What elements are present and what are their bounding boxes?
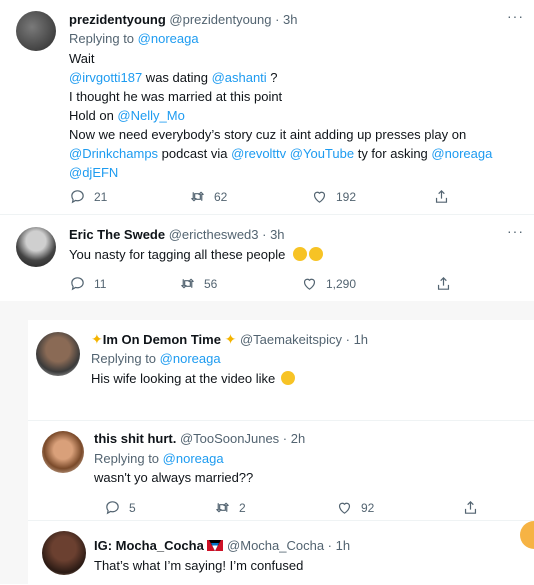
mention-link[interactable]: @Nelly_Mo <box>117 108 184 123</box>
replying-to-link[interactable]: @noreaga <box>163 451 224 466</box>
retweet-button[interactable]: 2 <box>214 499 246 516</box>
author-name[interactable]: Eric The Swede <box>69 227 165 242</box>
loudly-crying-emoji-icon <box>292 247 307 261</box>
share-icon <box>437 276 450 290</box>
mention-link[interactable]: @noreaga <box>431 146 492 161</box>
mention-link[interactable]: @revolttv <box>231 146 286 161</box>
reply-count: 11 <box>94 276 107 291</box>
tweet-text: His wife looking at the video like <box>91 371 276 386</box>
replying-to-label: Replying to <box>94 451 163 466</box>
like-count: 192 <box>336 189 357 204</box>
avatar[interactable] <box>42 431 84 473</box>
loudly-crying-emoji-icon <box>308 247 323 261</box>
reply-count: 21 <box>94 189 108 204</box>
tweet-prezidentyoung[interactable]: prezidentyoung @prezidentyoung · 3h ··· … <box>0 0 534 214</box>
author-name[interactable]: this shit hurt. <box>94 431 176 446</box>
mention-link[interactable]: @Drinkchamps <box>69 146 158 161</box>
retweet-count: 62 <box>214 189 228 204</box>
tweet-line: @irvgotti187 was dating @ashanti ? <box>69 70 278 85</box>
reply-icon <box>106 501 119 515</box>
more-options-icon[interactable]: ··· <box>507 8 524 24</box>
background-gap <box>0 300 534 320</box>
reply-icon <box>71 190 84 204</box>
tweet-mocha-cocha[interactable]: IG: Mocha_Cocha @Mocha_Cocha · 1h That’s… <box>28 520 534 585</box>
like-count: 92 <box>361 500 375 515</box>
tweet-this-shit-hurt[interactable]: this shit hurt. @TooSoonJunes · 2h Reply… <box>28 420 534 521</box>
retweet-icon <box>191 191 204 202</box>
heart-icon <box>313 191 326 203</box>
replying-to-link[interactable]: @noreaga <box>160 351 221 366</box>
mention-link[interactable]: @djEFN <box>69 165 118 180</box>
mention-link[interactable]: @ashanti <box>212 70 267 85</box>
retweet-icon <box>181 278 194 289</box>
replying-to-label: Replying to <box>69 31 138 46</box>
tweet-line: @Drinkchamps podcast via @revolttv @YouT… <box>69 146 492 161</box>
share-icon <box>435 189 448 203</box>
more-options-icon[interactable]: ··· <box>507 223 524 239</box>
text-span: ty for asking <box>354 146 432 161</box>
heart-icon <box>338 502 351 514</box>
reply-button[interactable]: 11 <box>69 275 106 292</box>
avatar[interactable] <box>36 332 80 376</box>
tweet-text-line: His wife looking at the video like <box>91 371 295 386</box>
neutral-face-emoji-icon <box>280 371 295 385</box>
tweet-text-line: You nasty for tagging all these people <box>69 247 323 262</box>
author-handle-time[interactable]: @TooSoonJunes · 2h <box>180 431 305 446</box>
text-span: was dating <box>142 70 212 85</box>
share-button[interactable] <box>462 499 487 516</box>
avatar[interactable] <box>16 227 56 267</box>
retweet-button[interactable]: 62 <box>189 188 227 205</box>
author-handle-time[interactable]: @Taemakeitspicy · 1h <box>240 332 368 347</box>
tweet-im-on-demon-time[interactable]: ✦Im On Demon Time ✦ @Taemakeitspicy · 1h… <box>28 320 534 420</box>
author-handle-time[interactable]: @prezidentyoung · 3h <box>169 12 297 27</box>
retweet-count: 56 <box>204 276 218 291</box>
like-button[interactable]: 192 <box>311 188 356 205</box>
share-button[interactable] <box>433 188 458 205</box>
floating-orange-badge[interactable] <box>520 521 534 549</box>
replying-to-link[interactable]: @noreaga <box>138 31 199 46</box>
reply-count: 5 <box>129 500 136 515</box>
like-count: 1,290 <box>326 276 357 291</box>
retweet-icon <box>216 502 229 513</box>
like-button[interactable]: 1,290 <box>301 275 356 292</box>
tweet-text: You nasty for tagging all these people <box>69 247 286 262</box>
tweet-text: That’s what I’m saying! I’m confused <box>94 558 304 573</box>
text-span: Hold on <box>69 108 118 123</box>
mention-link[interactable]: @YouTube <box>290 146 354 161</box>
reply-button[interactable]: 21 <box>69 188 107 205</box>
tweet-line: Hold on @Nelly_Mo <box>69 108 185 123</box>
author-handle-time[interactable]: @Mocha_Cocha · 1h <box>227 538 350 553</box>
reply-button[interactable]: 5 <box>104 499 136 516</box>
tweet-line: I thought he was married at this point <box>69 89 283 104</box>
replying-to-label: Replying to <box>91 351 160 366</box>
text-span: ? <box>266 70 278 85</box>
author-name[interactable]: IG: Mocha_Cocha <box>94 538 204 553</box>
author-name[interactable]: Im On Demon Time <box>103 332 221 347</box>
antigua-flag-icon <box>207 540 224 551</box>
background-gap-left <box>0 300 28 584</box>
tweet-text: wasn't yo always married?? <box>94 470 254 485</box>
reply-icon <box>71 277 84 291</box>
avatar[interactable] <box>42 531 86 575</box>
avatar[interactable] <box>16 11 56 51</box>
heart-icon <box>303 278 316 290</box>
sparkles-icon: ✦ <box>224 331 237 347</box>
share-button[interactable] <box>435 275 460 292</box>
tweet-eric-the-swede[interactable]: Eric The Swede @erictheswed3 · 3h ··· Yo… <box>0 214 534 301</box>
tweet-line: Wait <box>69 51 95 66</box>
like-button[interactable]: 92 <box>336 499 374 516</box>
author-handle-time[interactable]: @erictheswed3 · 3h <box>169 227 285 242</box>
author-name[interactable]: prezidentyoung <box>69 12 166 27</box>
share-icon <box>464 500 477 514</box>
mention-link[interactable]: @irvgotti187 <box>69 70 142 85</box>
text-span: podcast via <box>158 146 232 161</box>
retweet-count: 2 <box>239 500 246 515</box>
retweet-button[interactable]: 56 <box>179 275 217 292</box>
tweet-line: Now we need everybody’s story cuz it ain… <box>69 127 467 142</box>
sparkles-icon: ✦ <box>91 331 103 347</box>
